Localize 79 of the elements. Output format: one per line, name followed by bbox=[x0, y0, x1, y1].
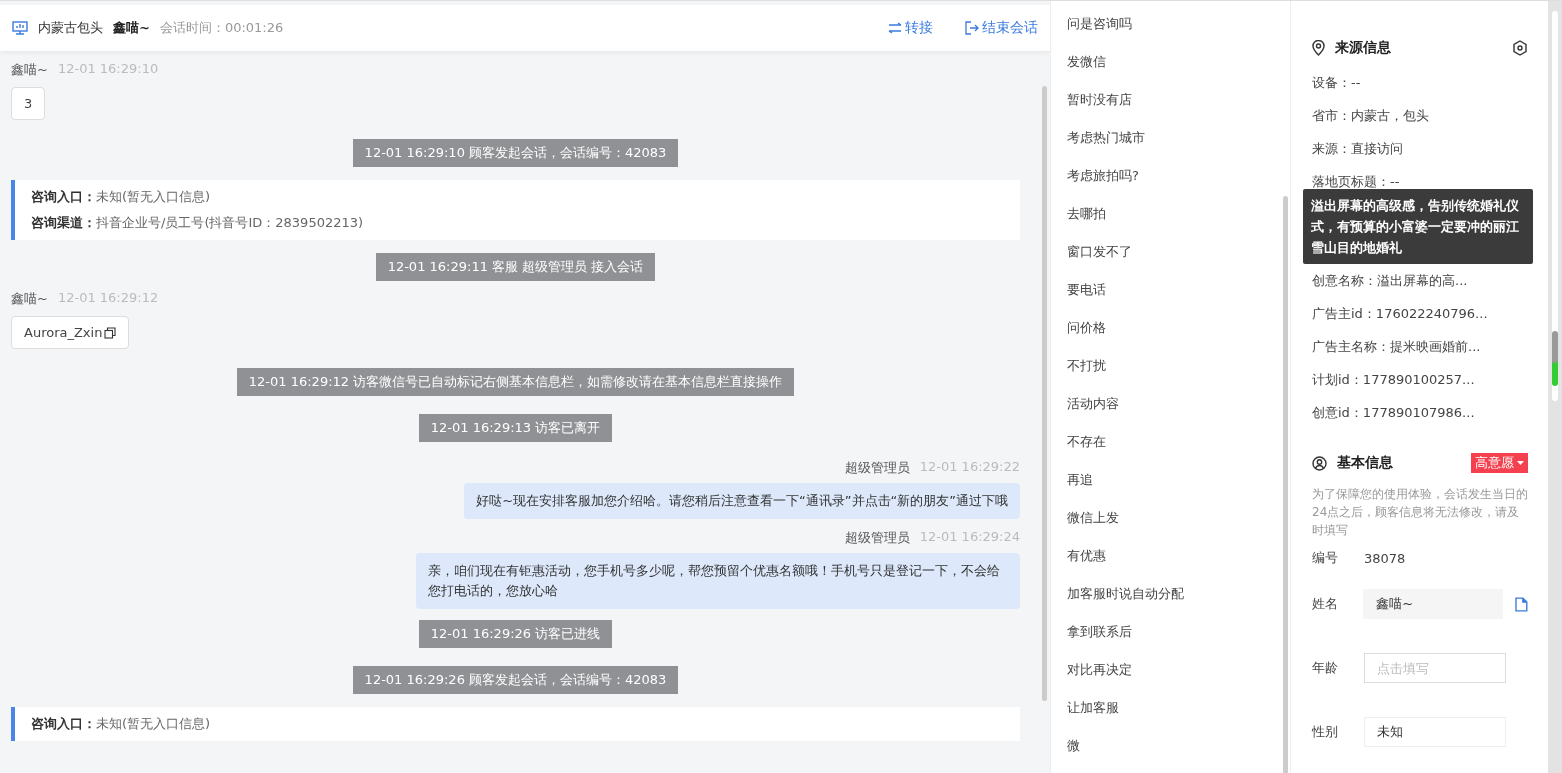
quick-reply-item[interactable]: 问价格 bbox=[1067, 309, 1290, 347]
scrollbar[interactable] bbox=[1042, 86, 1047, 701]
location-title: 内蒙古包头 bbox=[38, 19, 103, 37]
quick-reply-item[interactable]: 不打扰 bbox=[1067, 347, 1290, 385]
system-notice: 12-01 16:29:11 客服 超级管理员 接入会话 bbox=[375, 253, 656, 281]
quick-reply-item[interactable]: 对比再决定 bbox=[1067, 651, 1290, 689]
field-label: 姓名 bbox=[1312, 595, 1339, 613]
field-value: 38078 bbox=[1364, 550, 1406, 566]
input-field[interactable]: 未知 bbox=[1364, 717, 1506, 747]
quick-reply-item[interactable]: 再追 bbox=[1067, 461, 1290, 499]
transfer-icon bbox=[888, 22, 902, 34]
intent-tag[interactable]: 高意愿 bbox=[1471, 453, 1528, 473]
input-field[interactable]: 点击填写 bbox=[1364, 653, 1506, 683]
agent-message: 好哒~现在安排客服加您介绍哈。请您稍后注意查看一下“通讯录”并点击“新的朋友”通过下哦 bbox=[464, 483, 1020, 519]
field-label: 编号 bbox=[1312, 549, 1339, 567]
quick-reply-item[interactable]: 暂时没有店 bbox=[1067, 81, 1290, 119]
source-item: 创意名称：溢出屏幕的高... bbox=[1312, 272, 1469, 290]
source-item: 创意id：177890107986... bbox=[1312, 404, 1476, 422]
monitor-icon bbox=[12, 21, 28, 35]
quick-reply-item[interactable]: 活动内容 bbox=[1067, 385, 1290, 423]
quick-reply-item[interactable]: 问是咨询吗 bbox=[1067, 5, 1290, 43]
name-field[interactable]: 鑫喵~ bbox=[1363, 589, 1504, 619]
agent-message: 亲，咱们现在有钜惠活动，您手机号多少呢，帮您预留个优惠名额哦！手机号只是登记一下，不会给您打电话的，您放心哈 bbox=[416, 553, 1020, 609]
system-notice: 12-01 16:29:10 顾客发起会话，会话编号：42083 bbox=[352, 139, 679, 167]
source-item: 设备：-- bbox=[1312, 74, 1362, 92]
user-icon bbox=[1312, 455, 1327, 471]
transfer-button[interactable]: 转接 bbox=[888, 19, 933, 37]
quick-reply-item[interactable]: 微 bbox=[1067, 727, 1290, 765]
quick-reply-item[interactable]: 微信上发 bbox=[1067, 499, 1290, 537]
info-line: 咨询渠道：抖音企业号/员工号(抖音号ID：2839502213) bbox=[31, 214, 365, 232]
field-label: 性别 bbox=[1312, 723, 1339, 741]
message-time: 12-01 16:29:24 bbox=[919, 529, 1020, 546]
quick-reply-item[interactable]: 考虑热门城市 bbox=[1067, 119, 1290, 157]
info-line: 咨询入口：未知(暂无入口信息) bbox=[31, 188, 212, 206]
visitor-name: 鑫喵~ bbox=[113, 19, 150, 37]
visitor-message: 3 bbox=[11, 87, 46, 120]
field-label: 年龄 bbox=[1312, 659, 1339, 677]
sender-name: 超级管理员 bbox=[844, 459, 910, 477]
source-item: 来源：直接访问 bbox=[1312, 140, 1404, 158]
scrollbar[interactable] bbox=[1283, 196, 1288, 773]
quick-reply-item[interactable]: 拿到联系后 bbox=[1067, 613, 1290, 651]
tooltip: 溢出屏幕的高级感，告别传统婚礼仪式，有预算的小富婆一定要冲的丽江雪山目的地婚礼 bbox=[1303, 189, 1533, 264]
system-notice: 12-01 16:29:26 顾客发起会话，会话编号：42083 bbox=[352, 666, 679, 694]
end-button[interactable]: 结束会话 bbox=[965, 19, 1038, 37]
copy-icon[interactable] bbox=[104, 326, 117, 339]
source-item: 省市：内蒙古，包头 bbox=[1312, 107, 1430, 125]
quick-reply-item[interactable]: 加客服时说自动分配 bbox=[1067, 575, 1290, 613]
quick-reply-item[interactable]: 有优惠 bbox=[1067, 537, 1290, 575]
location-pin-icon bbox=[1312, 40, 1325, 56]
quick-reply-item[interactable]: 去哪拍 bbox=[1067, 195, 1290, 233]
system-notice: 12-01 16:29:13 访客已离开 bbox=[418, 414, 613, 442]
session-duration: 会话时间：00:01:26 bbox=[159, 19, 284, 37]
quick-reply-item[interactable]: 要电话 bbox=[1067, 271, 1290, 309]
quick-reply-item[interactable]: 窗口发不了 bbox=[1067, 233, 1290, 271]
source-item: 广告主id：176022240796... bbox=[1312, 305, 1489, 323]
exit-icon bbox=[965, 21, 979, 35]
system-notice: 12-01 16:29:26 访客已进线 bbox=[418, 620, 613, 648]
sender-name: 超级管理员 bbox=[844, 529, 910, 547]
quick-reply-item[interactable]: 不存在 bbox=[1067, 423, 1290, 461]
quick-reply-item[interactable]: 让加客服 bbox=[1067, 689, 1290, 727]
source-item: 落地页标题：-- bbox=[1312, 173, 1401, 191]
message-time: 12-01 16:29:22 bbox=[919, 459, 1020, 476]
section-title: 来源信息 bbox=[1335, 39, 1391, 57]
source-item: 计划id：177890100257... bbox=[1312, 371, 1476, 389]
message-time: 12-01 16:29:10 bbox=[57, 61, 159, 78]
system-notice: 12-01 16:29:12 访客微信号已自动标记右侧基本信息栏，如需修改请在基本信息栏直接操作 bbox=[236, 368, 795, 396]
section-title: 基本信息 bbox=[1337, 454, 1393, 472]
source-item: 广告主名称：提米映画婚前... bbox=[1312, 338, 1482, 356]
sender-name: 鑫喵~ bbox=[11, 290, 48, 308]
settings-icon[interactable] bbox=[1512, 40, 1528, 56]
caret-icon bbox=[1517, 461, 1524, 465]
quick-reply-item[interactable]: 考虑旅拍吗? bbox=[1067, 157, 1290, 195]
notice-text: 为了保障您的使用体验，会话发生当日的24点之后，顾客信息将无法修改，请及时填写 bbox=[1312, 486, 1528, 539]
visitor-message: Aurora_Zxin bbox=[11, 316, 130, 349]
sender-name: 鑫喵~ bbox=[11, 61, 48, 79]
document-icon[interactable] bbox=[1515, 596, 1528, 612]
message-time: 12-01 16:29:12 bbox=[57, 290, 159, 307]
quick-reply-item[interactable]: 发微信 bbox=[1067, 43, 1290, 81]
info-line: 咨询入口：未知(暂无入口信息) bbox=[31, 715, 212, 733]
